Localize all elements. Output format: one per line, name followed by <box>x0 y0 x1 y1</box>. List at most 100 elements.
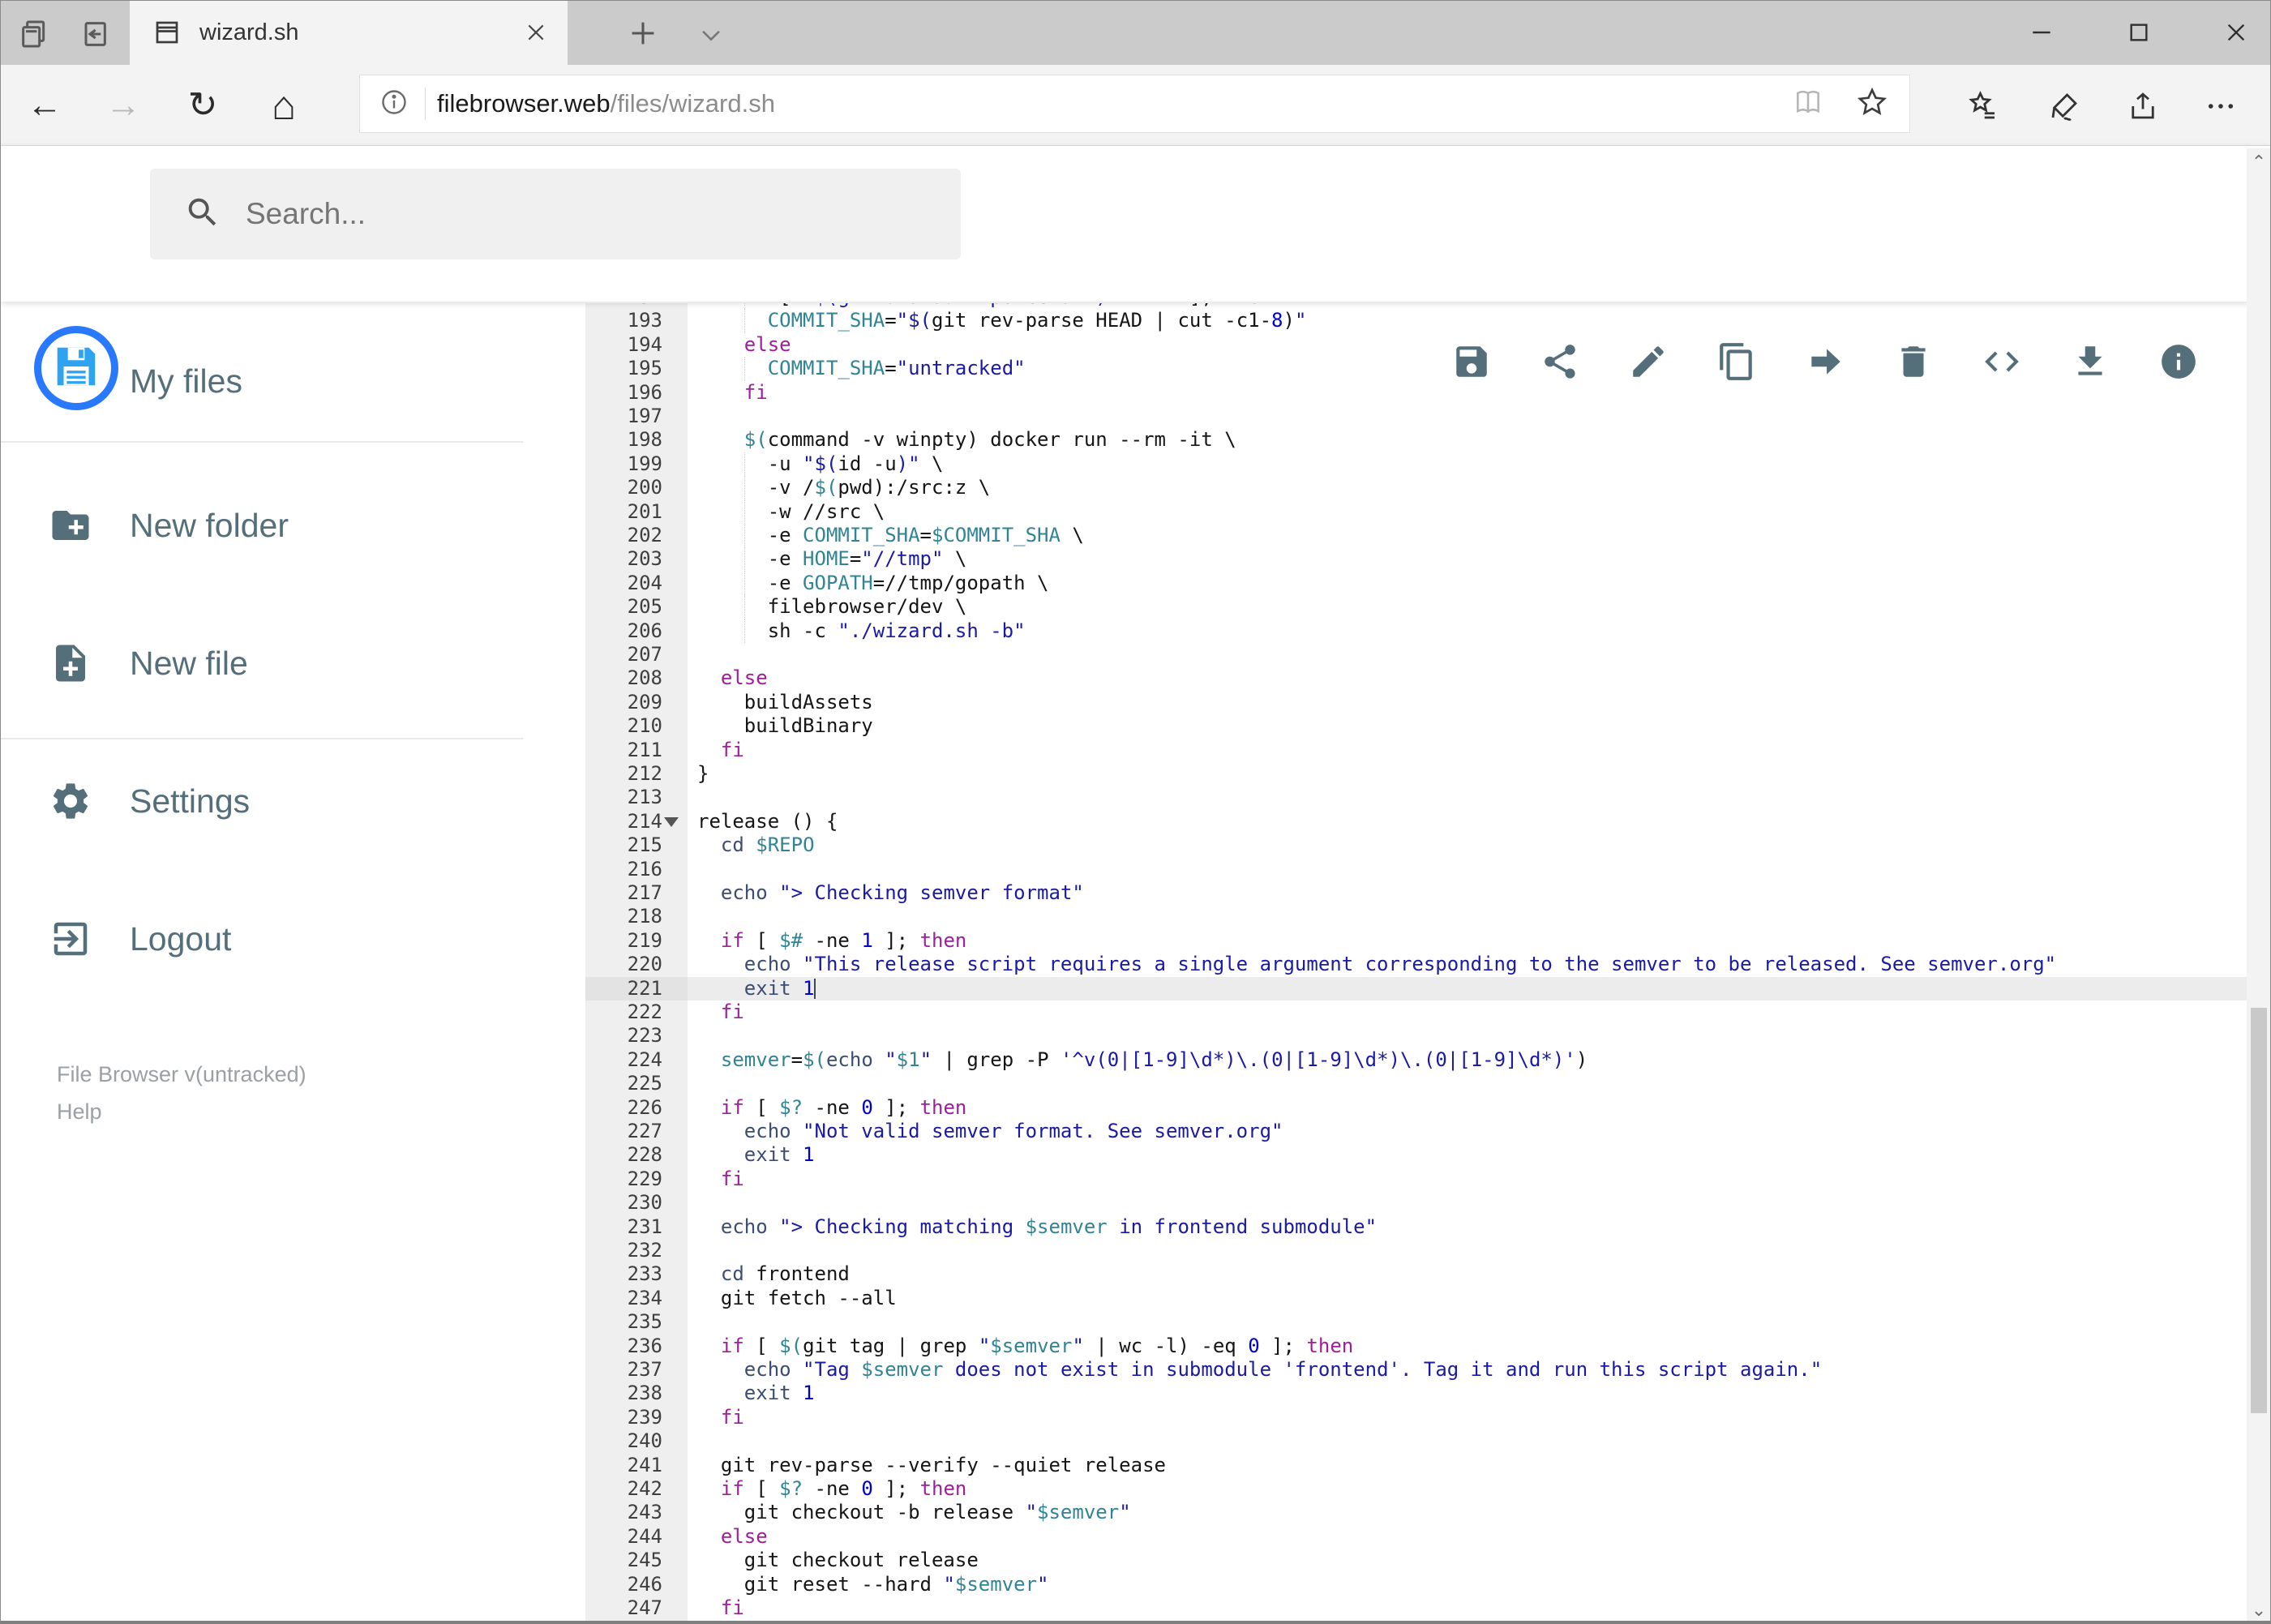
code-line[interactable]: 230 <box>523 1191 2247 1215</box>
download-button[interactable] <box>2070 341 2110 382</box>
scroll-down-icon[interactable]: ⌄ <box>2247 1596 2271 1624</box>
code-line[interactable]: 192 if [ "$(git status --porcelain)" = "… <box>523 303 2247 310</box>
code-line[interactable]: 216 <box>523 858 2247 881</box>
code-line[interactable]: 235 <box>523 1310 2247 1334</box>
code-line[interactable]: 200 -v /$(pwd):/src:z \ <box>523 476 2247 500</box>
code-line[interactable]: 233 cd frontend <box>523 1262 2247 1286</box>
code-line[interactable]: 240 <box>523 1429 2247 1453</box>
close-tab-icon[interactable] <box>525 22 546 43</box>
sidebar-item-logout[interactable]: Logout <box>0 900 523 978</box>
code-line[interactable]: 236 if [ $(git tag | grep "$semver" | wc… <box>523 1335 2247 1358</box>
delete-button[interactable] <box>1893 341 1934 382</box>
code-line[interactable]: 222 fi <box>523 1001 2247 1024</box>
tab-preview-icon[interactable] <box>18 18 50 50</box>
code-view-button[interactable] <box>1982 341 2022 382</box>
code-line[interactable]: 199 -u "$(id -u)" \ <box>523 452 2247 477</box>
annotate-pen-icon[interactable] <box>2047 89 2081 127</box>
scrollbar-thumb[interactable] <box>2251 1008 2267 1413</box>
code-line[interactable]: 247 fi <box>523 1596 2247 1620</box>
code-line[interactable]: 244 else <box>523 1525 2247 1549</box>
search-input[interactable] <box>244 196 896 232</box>
code-line[interactable]: 245 git checkout release <box>523 1549 2247 1572</box>
code-line[interactable]: 241 git rev-parse --verify --quiet relea… <box>523 1454 2247 1477</box>
active-tab[interactable]: wizard.sh <box>130 0 568 65</box>
maximize-icon[interactable] <box>2106 0 2171 65</box>
code-line[interactable]: 239 fi <box>523 1406 2247 1429</box>
code-line[interactable]: 212} <box>523 762 2247 786</box>
code-line[interactable]: 227 echo "Not valid semver format. See s… <box>523 1120 2247 1143</box>
code-line[interactable]: 213 <box>523 786 2247 809</box>
move-button[interactable] <box>1805 341 1845 382</box>
code-line[interactable]: 219 if [ $# -ne 1 ]; then <box>523 929 2247 953</box>
info-button[interactable] <box>2158 341 2199 382</box>
code-line[interactable]: 214 release () { <box>523 810 2247 833</box>
code-line[interactable]: 205 filebrowser/dev \ <box>523 595 2247 619</box>
tab-list-chevron-icon[interactable] <box>697 21 725 49</box>
sidebar-item-new-folder[interactable]: New folder <box>0 486 523 564</box>
filebrowser-logo[interactable] <box>34 326 118 410</box>
address-bar[interactable]: filebrowser.web/files/wizard.sh <box>359 75 1910 133</box>
site-info-icon[interactable] <box>379 88 409 121</box>
code-line[interactable]: 208 else <box>523 666 2247 690</box>
code-line[interactable]: 198 $(command -v winpty) docker run --rm… <box>523 428 2247 452</box>
code-line[interactable]: 226 if [ $? -ne 0 ]; then <box>523 1096 2247 1120</box>
code-line[interactable]: 215 cd $REPO <box>523 833 2247 857</box>
share-button[interactable] <box>1540 341 1580 382</box>
code-line[interactable]: 234 git fetch --all <box>523 1287 2247 1310</box>
code-line[interactable]: 204 -e GOPATH=//tmp/gopath \ <box>523 571 2247 596</box>
scroll-up-icon[interactable]: ⌃ <box>2247 148 2271 176</box>
code-line[interactable]: 229 fi <box>523 1168 2247 1191</box>
favorite-star-icon[interactable] <box>1856 86 1888 122</box>
code-line[interactable]: 246 git reset --hard "$semver" <box>523 1573 2247 1596</box>
code-line[interactable]: 242 if [ $? -ne 0 ]; then <box>523 1477 2247 1501</box>
page-scrollbar[interactable]: ⌃ ⌄ <box>2247 148 2271 1624</box>
home-icon[interactable]: ⌂ <box>259 65 308 146</box>
code-text: echo "> Checking semver format" <box>720 881 1084 904</box>
code-line[interactable]: 206 sh -c "./wizard.sh -b" <box>523 619 2247 643</box>
sidebar-item-settings[interactable]: Settings <box>0 762 523 840</box>
code-line[interactable]: 202 -e COMMIT_SHA=$COMMIT_SHA \ <box>523 524 2247 548</box>
code-line[interactable]: 193 COMMIT_SHA="$(git rev-parse HEAD | c… <box>523 309 2247 333</box>
minimize-icon[interactable] <box>2009 0 2074 65</box>
share-icon[interactable] <box>2126 89 2160 127</box>
code-line[interactable]: 238 exit 1 <box>523 1382 2247 1405</box>
sidebar-item-new-file[interactable]: New file <box>0 624 523 702</box>
copy-button[interactable] <box>1716 341 1757 382</box>
code-line[interactable]: 210 buildBinary <box>523 714 2247 738</box>
code-line[interactable]: 201 -w //src \ <box>523 499 2247 524</box>
code-line[interactable]: 203 -e HOME="//tmp" \ <box>523 547 2247 572</box>
code-line[interactable]: 197 <box>523 405 2247 428</box>
code-line[interactable]: 228 exit 1 <box>523 1143 2247 1167</box>
code-line[interactable]: 218 <box>523 905 2247 928</box>
close-window-icon[interactable] <box>2204 0 2269 65</box>
rename-button[interactable] <box>1628 341 1669 382</box>
code-line[interactable]: 196 fi <box>523 381 2247 405</box>
code-line[interactable]: 224 semver=$(echo "$1" | grep -P '^v(0|[… <box>523 1048 2247 1072</box>
code-line[interactable]: 237 echo "Tag $semver does not exist in … <box>523 1358 2247 1382</box>
code-line[interactable]: 231 echo "> Checking matching $semver in… <box>523 1215 2247 1239</box>
code-line[interactable]: 223 <box>523 1024 2247 1048</box>
code-text: else <box>720 1524 768 1548</box>
code-editor[interactable]: 192 if [ "$(git status --porcelain)" = "… <box>523 303 2247 1624</box>
help-link[interactable]: Help <box>57 1099 102 1125</box>
new-tab-icon[interactable] <box>624 15 662 52</box>
code-line[interactable]: 220 echo "This release script requires a… <box>523 953 2247 976</box>
save-button[interactable] <box>1451 341 1492 382</box>
code-line[interactable]: 207 <box>523 643 2247 666</box>
code-line[interactable]: 211 fi <box>523 739 2247 762</box>
code-line[interactable]: 217 echo "> Checking semver format" <box>523 881 2247 905</box>
hub-icon[interactable] <box>1966 89 2000 127</box>
forward-icon[interactable]: → <box>99 65 148 146</box>
more-icon[interactable] <box>2204 89 2238 127</box>
code-line[interactable]: 221 exit 1 <box>523 976 2247 1001</box>
code-line[interactable]: 225 <box>523 1072 2247 1095</box>
code-line[interactable]: 243 git checkout -b release "$semver" <box>523 1501 2247 1524</box>
reading-view-icon[interactable] <box>1793 87 1823 122</box>
tabs-aside-icon[interactable] <box>78 18 110 50</box>
back-icon[interactable]: ← <box>20 65 69 146</box>
code-line[interactable]: 232 <box>523 1239 2247 1262</box>
fold-toggle-icon[interactable] <box>664 816 679 827</box>
search-bar[interactable] <box>150 169 961 259</box>
code-line[interactable]: 209 buildAssets <box>523 691 2247 714</box>
refresh-icon[interactable]: ↻ <box>178 65 227 146</box>
